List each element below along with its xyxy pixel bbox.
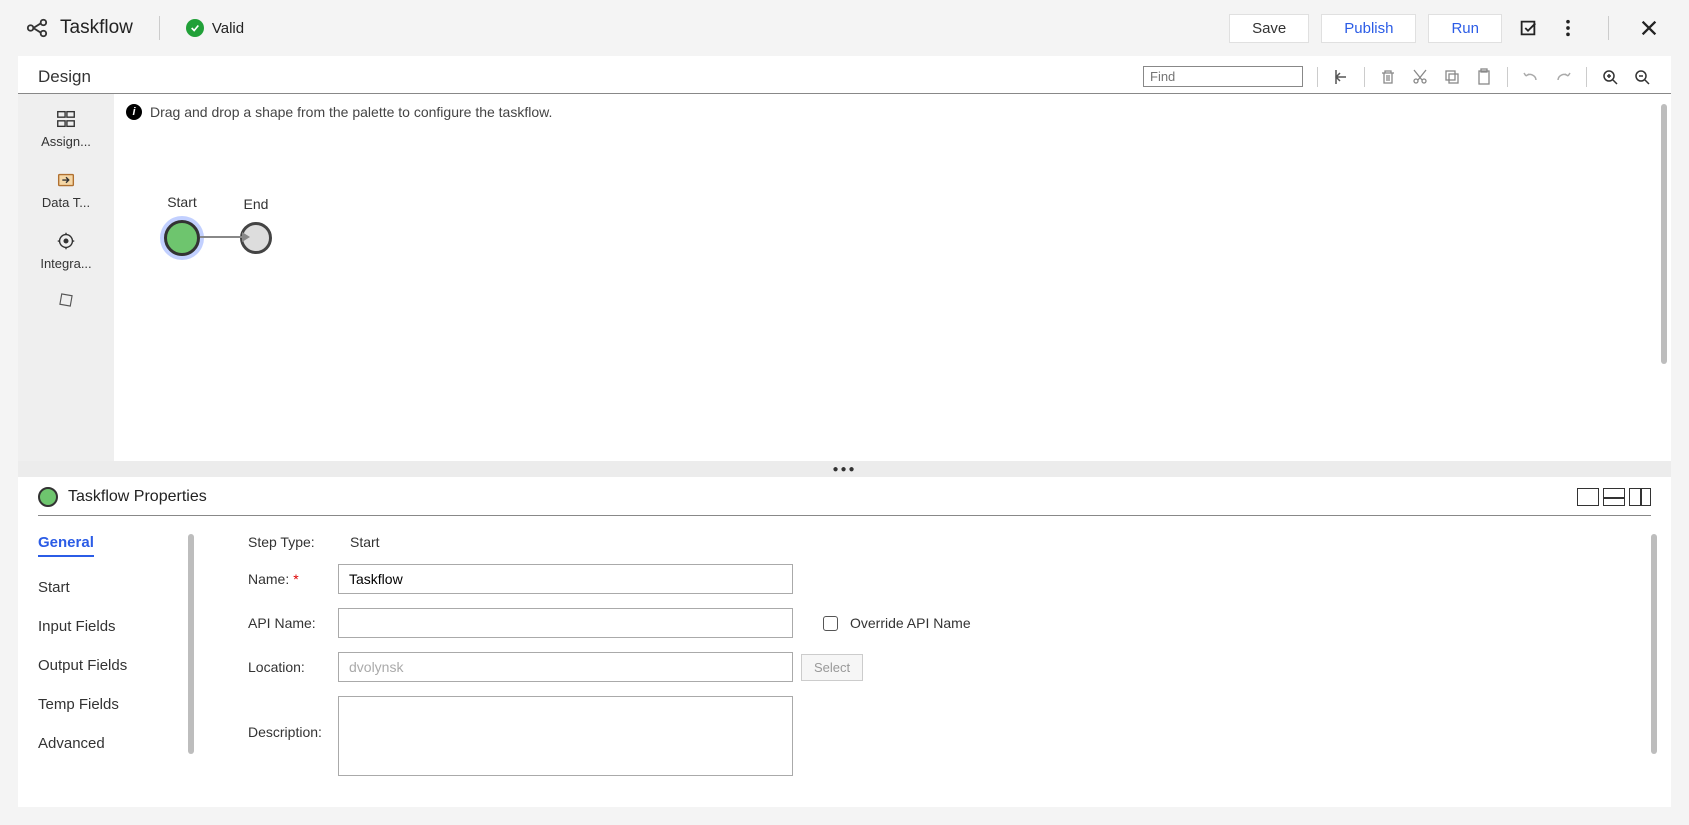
align-start-icon[interactable] <box>1332 68 1350 86</box>
start-circle-icon[interactable] <box>164 220 200 256</box>
separator <box>159 16 160 40</box>
name-label: Name:* <box>248 571 338 587</box>
info-icon: i <box>126 104 142 120</box>
header-right: Save Publish Run <box>1229 14 1663 43</box>
properties-panel: Taskflow Properties General Start Input … <box>18 477 1671 807</box>
copy-icon[interactable] <box>1443 68 1461 86</box>
hint-text: Drag and drop a shape from the palette t… <box>150 104 552 120</box>
palette-item-label: Integra... <box>40 256 91 271</box>
nav-item-temp-fields[interactable]: Temp Fields <box>38 696 188 713</box>
row-api-name: API Name: Override API Name <box>248 608 971 638</box>
start-node[interactable]: Start <box>164 194 200 256</box>
panel-splitter[interactable]: ●●● <box>18 461 1671 477</box>
end-node[interactable]: End <box>240 196 272 254</box>
override-checkbox[interactable] <box>823 616 838 631</box>
properties-body: General Start Input Fields Output Fields… <box>38 516 1651 795</box>
canvas-area: Assign... Data T... Integra... i <box>18 94 1671 461</box>
canvas-scrollbar[interactable] <box>1661 104 1667 364</box>
description-label: Description: <box>248 696 338 740</box>
taskflow-icon <box>26 17 48 39</box>
properties-title: Taskflow Properties <box>68 488 207 506</box>
api-name-input[interactable] <box>338 608 793 638</box>
layout-icons <box>1577 488 1651 506</box>
layout-vertical-icon[interactable] <box>1629 488 1651 506</box>
properties-header: Taskflow Properties <box>38 477 1651 516</box>
row-description: Description: <box>248 696 971 776</box>
row-location: Location: Select <box>248 652 971 682</box>
status: Valid <box>186 19 244 37</box>
design-title: Design <box>38 67 91 87</box>
paste-icon[interactable] <box>1475 68 1493 86</box>
layout-single-icon[interactable] <box>1577 488 1599 506</box>
layout-horizontal-icon[interactable] <box>1603 488 1625 506</box>
nav-item-start[interactable]: Start <box>38 579 188 596</box>
name-input[interactable] <box>338 564 793 594</box>
palette-item-label: Assign... <box>41 134 91 149</box>
palette-item-integration[interactable]: Integra... <box>18 230 114 271</box>
step-type-value: Start <box>350 534 380 550</box>
flow-nodes: Start End <box>164 194 272 256</box>
api-name-label: API Name: <box>248 615 338 631</box>
start-indicator-icon <box>38 487 58 507</box>
properties-form: Step Type: Start Name:* API Name: Overri… <box>248 534 971 795</box>
page-title: Taskflow <box>60 17 133 39</box>
header: Taskflow Valid Save Publish Run <box>18 0 1671 56</box>
palette-item-label: Data T... <box>42 195 90 210</box>
design-tools <box>1143 66 1651 87</box>
separator <box>1608 16 1609 40</box>
connector-arrow[interactable] <box>200 236 248 238</box>
undo-icon[interactable] <box>1522 68 1540 86</box>
select-button[interactable]: Select <box>801 654 863 681</box>
palette: Assign... Data T... Integra... <box>18 94 114 461</box>
properties-nav: General Start Input Fields Output Fields… <box>38 534 188 795</box>
palette-item-data-task[interactable]: Data T... <box>18 169 114 210</box>
find-input[interactable] <box>1143 66 1303 87</box>
redo-icon[interactable] <box>1554 68 1572 86</box>
run-button[interactable]: Run <box>1428 14 1502 43</box>
publish-button[interactable]: Publish <box>1321 14 1416 43</box>
nav-item-input-fields[interactable]: Input Fields <box>38 618 188 635</box>
location-input[interactable] <box>338 652 793 682</box>
row-step-type: Step Type: Start <box>248 534 971 550</box>
app-root: Taskflow Valid Save Publish Run <box>0 0 1689 825</box>
palette-item-assignment[interactable]: Assign... <box>18 108 114 149</box>
properties-nav-scrollbar[interactable] <box>188 534 194 754</box>
save-button[interactable]: Save <box>1229 14 1309 43</box>
location-label: Location: <box>248 659 338 675</box>
canvas[interactable]: i Drag and drop a shape from the palette… <box>114 94 1671 461</box>
palette-item-more[interactable] <box>18 291 114 309</box>
zoom-out-icon[interactable] <box>1633 68 1651 86</box>
cut-icon[interactable] <box>1411 68 1429 86</box>
step-type-label: Step Type: <box>248 534 338 550</box>
close-icon[interactable] <box>1635 14 1663 42</box>
validate-icon[interactable] <box>1514 14 1542 42</box>
nav-item-general[interactable]: General <box>38 534 94 557</box>
status-text: Valid <box>212 20 244 37</box>
zoom-in-icon[interactable] <box>1601 68 1619 86</box>
header-left: Taskflow Valid <box>26 16 244 40</box>
description-input[interactable] <box>338 696 793 776</box>
end-label: End <box>244 196 269 212</box>
content: Design <box>18 56 1671 807</box>
start-label: Start <box>167 194 197 210</box>
nav-item-advanced[interactable]: Advanced <box>38 735 188 752</box>
trash-icon[interactable] <box>1379 68 1397 86</box>
nav-item-output-fields[interactable]: Output Fields <box>38 657 188 674</box>
valid-icon <box>186 19 204 37</box>
design-bar: Design <box>18 56 1671 94</box>
canvas-hint: i Drag and drop a shape from the palette… <box>114 94 1671 130</box>
row-name: Name:* <box>248 564 971 594</box>
menu-icon[interactable] <box>1554 14 1582 42</box>
properties-form-scrollbar[interactable] <box>1651 534 1657 754</box>
override-label: Override API Name <box>850 615 971 631</box>
